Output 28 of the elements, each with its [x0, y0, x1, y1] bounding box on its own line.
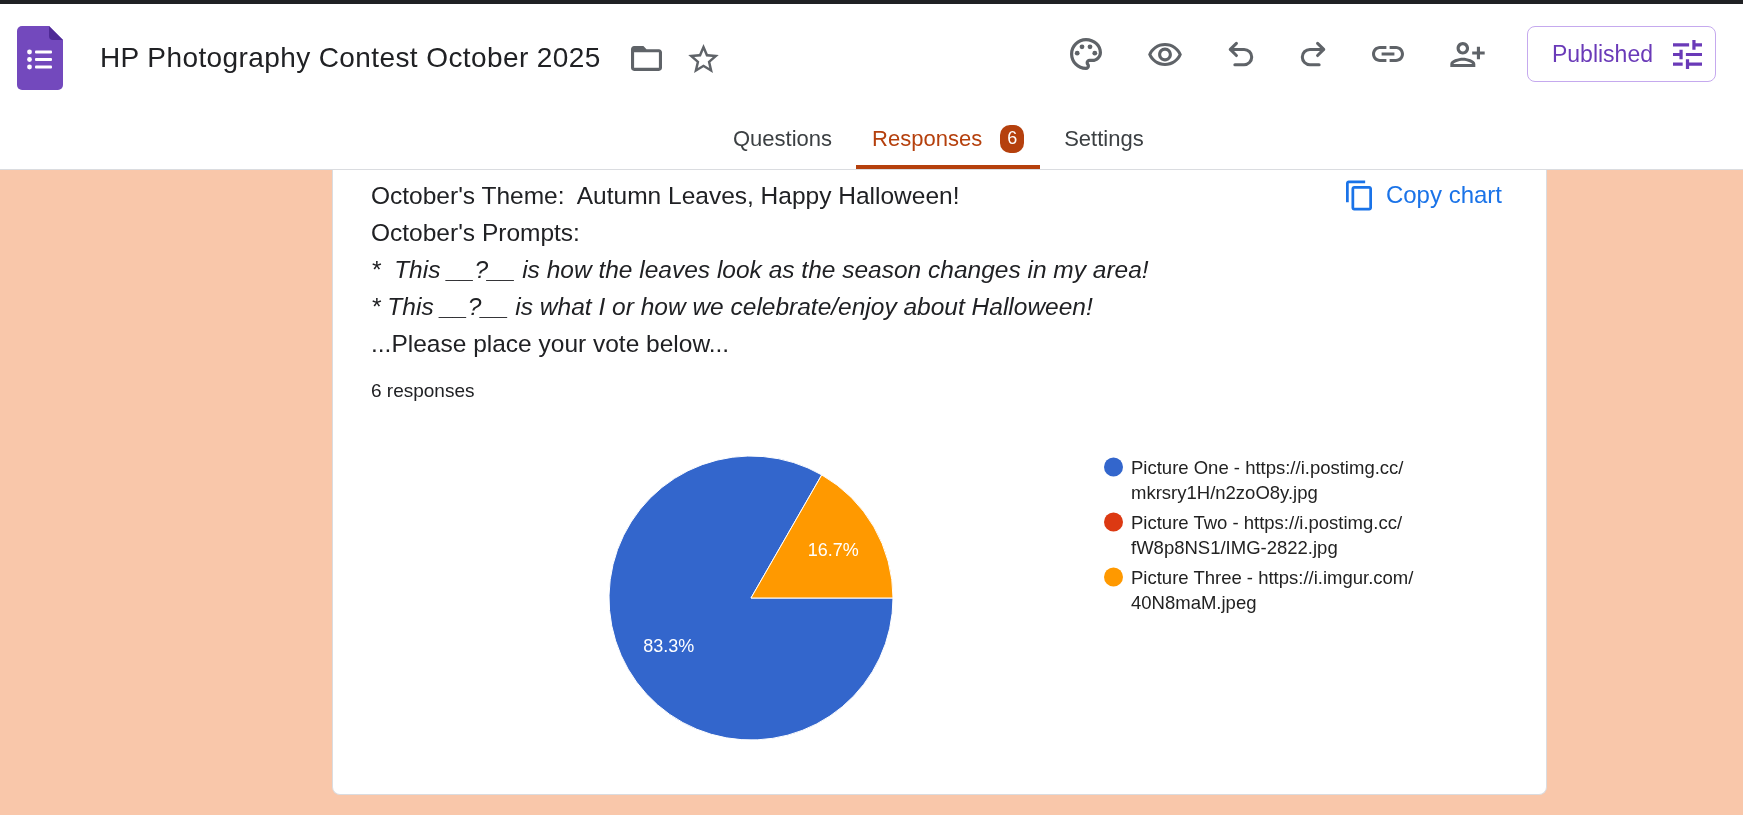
- legend-label: Picture One - https://i.postimg.cc/mkrsry1H/n2zoO8y.jpg: [1131, 456, 1404, 503]
- tab[interactable]: Settings: [1048, 112, 1160, 169]
- link-icon[interactable]: [1371, 46, 1404, 62]
- eye-icon[interactable]: [1147, 42, 1182, 66]
- sliders-icon: [1673, 39, 1702, 69]
- legend-label: Picture Two - https://i.postimg.cc/fW8p8NS1/IMG-2822.jpg: [1131, 511, 1403, 558]
- add-person-icon[interactable]: [1449, 41, 1485, 67]
- palette-icon[interactable]: [1069, 38, 1102, 70]
- undo-icon[interactable]: [1227, 41, 1254, 67]
- description-text: ...Please place your vote below...: [371, 329, 731, 359]
- folder-icon[interactable]: [630, 45, 662, 71]
- redo-icon[interactable]: [1299, 41, 1326, 67]
- copy-chart-button[interactable]: Copy chart: [1345, 177, 1502, 213]
- legend-label: Picture Three - https://i.imgur.com/40N8maM.jpeg: [1131, 566, 1414, 613]
- publish-button[interactable]: Published: [1526, 26, 1716, 82]
- form-document-icon[interactable]: [17, 26, 63, 90]
- document-title: HP Photography Contest October 2025: [100, 41, 601, 75]
- slice-label: 83.3%: [643, 635, 695, 656]
- copy-icon: [1345, 179, 1372, 211]
- description-text: October's Theme: Autumn Leaves, Happy Halloween!: [371, 181, 961, 211]
- description-text: October's Prompts:: [371, 218, 581, 248]
- slice-label: 16.7%: [807, 540, 859, 561]
- star-icon[interactable]: [687, 43, 719, 73]
- count-badge: 6: [1000, 124, 1025, 153]
- tab[interactable]: Questions: [717, 112, 849, 169]
- description-text: * This __?__ is what I or how we celebrate/enjoy about Halloween!: [371, 292, 1094, 322]
- description-text: * This __?__ is how the leaves look as the season changes in my area!: [371, 255, 1149, 285]
- response-count: 6 responses: [371, 380, 476, 402]
